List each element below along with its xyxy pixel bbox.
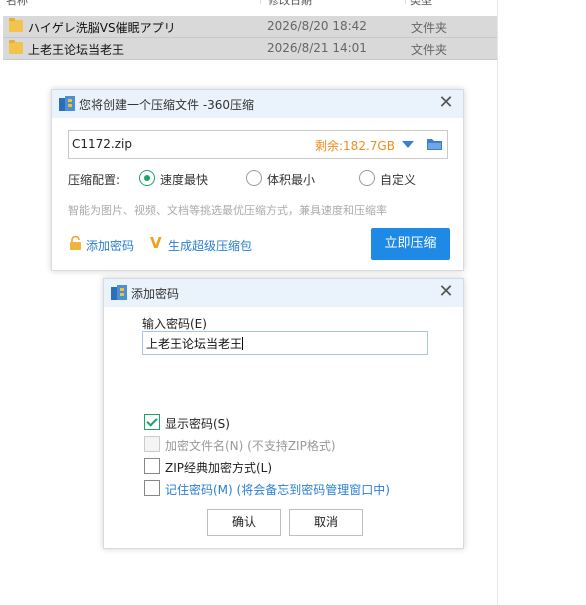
chevron-down-icon[interactable] xyxy=(402,141,414,148)
output-filename[interactable]: C1172.zip xyxy=(72,137,132,151)
password-dialog-titlebar[interactable]: 添加密码 ✕ xyxy=(104,279,463,307)
password-input-label: 输入密码(E) xyxy=(142,317,207,331)
option-label[interactable]: 速度最快 xyxy=(160,171,208,188)
file-name: 上老王论坛当老王 xyxy=(28,43,125,57)
ok-button[interactable]: 确认 xyxy=(207,509,281,536)
checkbox-label[interactable]: 记住密码(M) (将会备忘到密码管理窗口中) xyxy=(165,481,390,498)
close-icon[interactable]: ✕ xyxy=(437,94,455,112)
radio-icon[interactable] xyxy=(359,170,375,186)
360-zip-app-icon xyxy=(111,285,127,300)
add-password-label[interactable]: 添加密码 xyxy=(86,237,134,254)
compress-hint-text: 智能为图片、视频、文档等挑选最优压缩方式，兼具速度和压缩率 xyxy=(68,204,387,217)
column-header: 名称 修改日期 类型 xyxy=(0,0,497,7)
free-space-label: 剩余:182.7GB xyxy=(315,139,395,153)
column-separator[interactable] xyxy=(260,0,261,4)
lock-icon xyxy=(70,236,81,250)
compress-dialog: 您将创建一个压缩文件 -360压缩 ✕ C1172.zip 剩余:182.7GB… xyxy=(51,89,464,271)
vip-icon: V xyxy=(150,234,162,252)
add-password-dialog: 添加密码 ✕ 输入密码(E) 上老王论坛当老王 显示密码(S) 加密文件名(N)… xyxy=(103,278,464,549)
checkbox-icon[interactable] xyxy=(144,458,160,474)
column-name[interactable]: 名称 xyxy=(6,0,28,8)
column-separator[interactable] xyxy=(405,0,406,4)
checkbox-label[interactable]: 显示密码(S) xyxy=(165,415,230,432)
file-date: 2026/8/20 18:42 xyxy=(267,19,367,33)
pane-divider xyxy=(497,0,498,605)
file-date: 2026/8/21 14:01 xyxy=(267,41,367,55)
output-file-field[interactable]: C1172.zip 剩余:182.7GB xyxy=(68,130,448,159)
text-caret xyxy=(242,337,244,350)
folder-icon xyxy=(9,40,23,54)
file-name: ハイゲレ洗脳VS催眠アプリ xyxy=(28,21,176,35)
option-label[interactable]: 体积最小 xyxy=(267,171,315,188)
checkbox-label: 加密文件名(N) (不支持ZIP格式) xyxy=(165,439,336,453)
option-label[interactable]: 自定义 xyxy=(380,171,416,188)
360-zip-app-icon xyxy=(59,96,75,111)
compress-config-label: 压缩配置: xyxy=(68,173,121,187)
close-icon[interactable]: ✕ xyxy=(437,283,455,301)
folder-icon xyxy=(9,18,23,32)
file-type: 文件夹 xyxy=(411,21,448,35)
compress-dialog-titlebar[interactable]: 您将创建一个压缩文件 -360压缩 ✕ xyxy=(52,90,463,118)
column-date[interactable]: 修改日期 xyxy=(268,0,312,8)
password-input[interactable]: 上老王论坛当老王 xyxy=(142,331,428,355)
radio-icon[interactable] xyxy=(139,170,155,186)
file-type: 文件夹 xyxy=(411,43,448,57)
compress-now-button[interactable]: 立即压缩 xyxy=(371,228,450,260)
file-row[interactable]: 上老王论坛当老王 2026/8/21 14:01 文件夹 xyxy=(3,38,497,60)
checkbox-icon[interactable] xyxy=(144,480,160,496)
super-package-label[interactable]: 生成超级压缩包 xyxy=(168,237,252,254)
checkbox-icon[interactable] xyxy=(144,414,160,430)
folder-browse-icon[interactable] xyxy=(427,138,442,150)
dialog-title: 添加密码 xyxy=(131,287,180,301)
dialog-title: 您将创建一个压缩文件 -360压缩 xyxy=(79,98,255,112)
cancel-button[interactable]: 取消 xyxy=(289,509,363,536)
column-type[interactable]: 类型 xyxy=(410,0,432,8)
checkbox-icon xyxy=(144,436,160,452)
file-row[interactable]: ハイゲレ洗脳VS催眠アプリ 2026/8/20 18:42 文件夹 xyxy=(3,16,497,38)
radio-icon[interactable] xyxy=(246,170,262,186)
checkbox-label[interactable]: ZIP经典加密方式(L) xyxy=(165,459,272,476)
password-value[interactable]: 上老王论坛当老王 xyxy=(146,337,242,351)
